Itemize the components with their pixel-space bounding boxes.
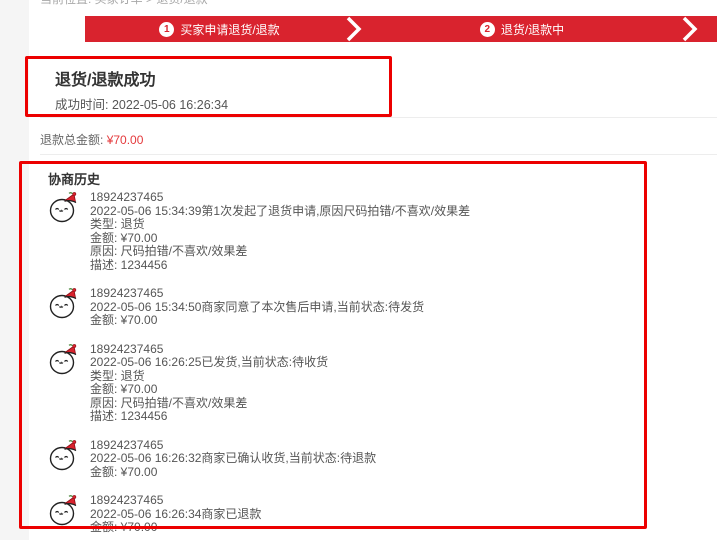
entry-user: 18924237465 xyxy=(90,343,328,357)
breadcrumb[interactable]: 当前位置: 买家订单 > 退货/退款 xyxy=(40,0,208,7)
entry-detail-line: 原因: 尺码拍错/不喜欢/效果差 xyxy=(90,245,470,259)
entry-message: 2022-05-06 16:26:25已发货,当前状态:待收货 xyxy=(90,356,328,370)
entry-detail-line: 金额: ¥70.00 xyxy=(90,232,470,246)
history-entry: 18924237465 2022-05-06 16:26:34商家已退款 金额:… xyxy=(48,494,623,535)
entry-detail-line: 金额: ¥70.00 xyxy=(90,314,424,328)
entry-details: 金额: ¥70.00 xyxy=(90,521,261,535)
mascot-avatar-icon xyxy=(48,191,78,223)
refund-total-amount: ¥70.00 xyxy=(107,133,144,147)
entry-user: 18924237465 xyxy=(90,439,376,453)
entry-detail-line: 金额: ¥70.00 xyxy=(90,466,376,480)
entry-detail-line: 描述: 1234456 xyxy=(90,410,328,424)
mascot-avatar-icon xyxy=(48,494,78,526)
entry-details: 金额: ¥70.00 xyxy=(90,466,376,480)
entry-detail-line: 原因: 尺码拍错/不喜欢/效果差 xyxy=(90,397,328,411)
mascot-avatar-icon xyxy=(48,439,78,471)
entry-details: 类型: 退货金额: ¥70.00原因: 尺码拍错/不喜欢/效果差描述: 1234… xyxy=(90,218,470,272)
refund-detail-page: { "breadcrumb": { "text": "当前位置: 买家订单 > … xyxy=(0,0,717,540)
divider xyxy=(40,154,717,155)
mascot-avatar-icon xyxy=(48,343,78,375)
entry-details: 类型: 退货金额: ¥70.00原因: 尺码拍错/不喜欢/效果差描述: 1234… xyxy=(90,370,328,424)
history-section-title: 协商历史 xyxy=(48,169,100,188)
history-entries: 18924237465 2022-05-06 15:34:39第1次发起了退货申… xyxy=(48,191,623,550)
refund-progress-stepper: 1 买家申请退货/退款 2 退货/退款中 xyxy=(85,16,717,42)
refund-total-label: 退款总金额: xyxy=(40,133,103,147)
entry-detail-line: 类型: 退货 xyxy=(90,218,470,232)
entry-user: 18924237465 xyxy=(90,287,424,301)
entry-message: 2022-05-06 16:26:32商家已确认收货,当前状态:待退款 xyxy=(90,452,376,466)
entry-detail-line: 金额: ¥70.00 xyxy=(90,383,328,397)
entry-detail-line: 金额: ¥70.00 xyxy=(90,521,261,535)
entry-user: 18924237465 xyxy=(90,191,470,205)
entry-message: 2022-05-06 16:26:34商家已退款 xyxy=(90,508,261,522)
entry-detail-line: 描述: 1234456 xyxy=(90,259,470,273)
history-entry: 18924237465 2022-05-06 15:34:39第1次发起了退货申… xyxy=(48,191,623,272)
history-entry: 18924237465 2022-05-06 15:34:50商家同意了本次售后… xyxy=(48,287,623,328)
mascot-avatar-icon xyxy=(48,287,78,319)
entry-message: 2022-05-06 15:34:39第1次发起了退货申请,原因尺码拍错/不喜欢… xyxy=(90,205,470,219)
history-entry: 18924237465 2022-05-06 16:26:32商家已确认收货,当… xyxy=(48,439,623,480)
entry-detail-line: 类型: 退货 xyxy=(90,370,328,384)
divider xyxy=(40,117,717,118)
refund-total-row: 退款总金额: ¥70.00 xyxy=(40,131,143,148)
entry-message: 2022-05-06 15:34:50商家同意了本次售后申请,当前状态:待发货 xyxy=(90,301,424,315)
history-entry: 18924237465 2022-05-06 16:26:25已发货,当前状态:… xyxy=(48,343,623,424)
refund-status-title: 退货/退款成功 xyxy=(55,66,155,90)
chevron-right-icon xyxy=(85,16,717,42)
entry-user: 18924237465 xyxy=(90,494,261,508)
refund-success-time: 成功时间: 2022-05-06 16:26:34 xyxy=(55,94,228,113)
entry-details: 金额: ¥70.00 xyxy=(90,314,424,328)
page-left-gutter xyxy=(0,0,29,540)
